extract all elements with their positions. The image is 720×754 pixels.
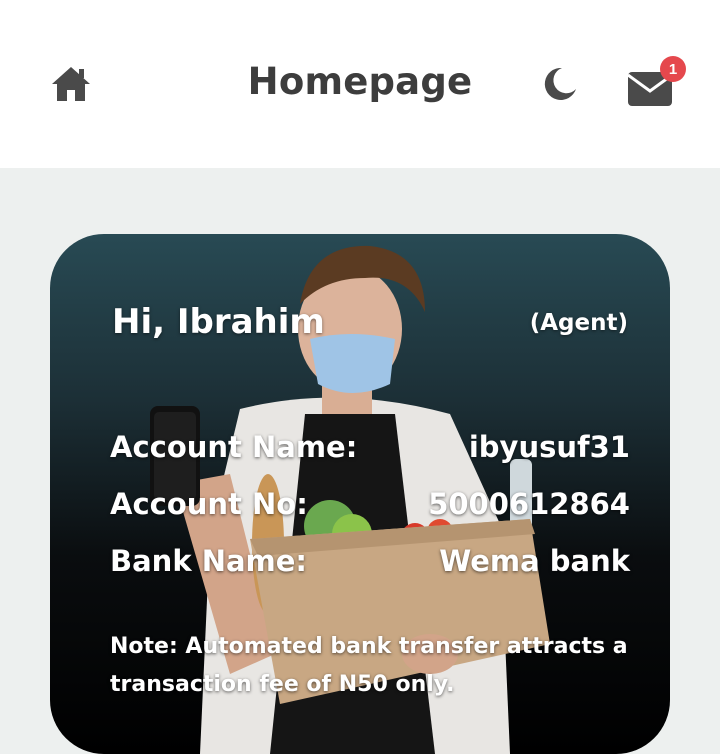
notification-badge: 1 — [660, 56, 686, 82]
bank-name-value: Wema bank — [439, 544, 630, 578]
account-name-value: ibyusuf31 — [468, 430, 630, 464]
page-title: Homepage — [247, 60, 473, 103]
top-header: Homepage 1 — [0, 0, 720, 168]
mail-button[interactable]: 1 — [626, 56, 686, 108]
account-name-label: Account Name: — [110, 430, 358, 464]
transfer-fee-note: Note: Automated bank transfer attracts a… — [110, 634, 628, 697]
greeting-text: Hi, Ibrahim — [112, 302, 325, 342]
account-card: Hi, Ibrahim (Agent) Account Name: ibyusu… — [50, 234, 670, 754]
bank-name-label: Bank Name: — [110, 544, 308, 578]
account-no-value: 5000612864 — [428, 487, 630, 521]
account-no-label: Account No: — [110, 487, 308, 521]
role-label: (Agent) — [529, 310, 628, 336]
moon-icon[interactable] — [540, 65, 578, 103]
